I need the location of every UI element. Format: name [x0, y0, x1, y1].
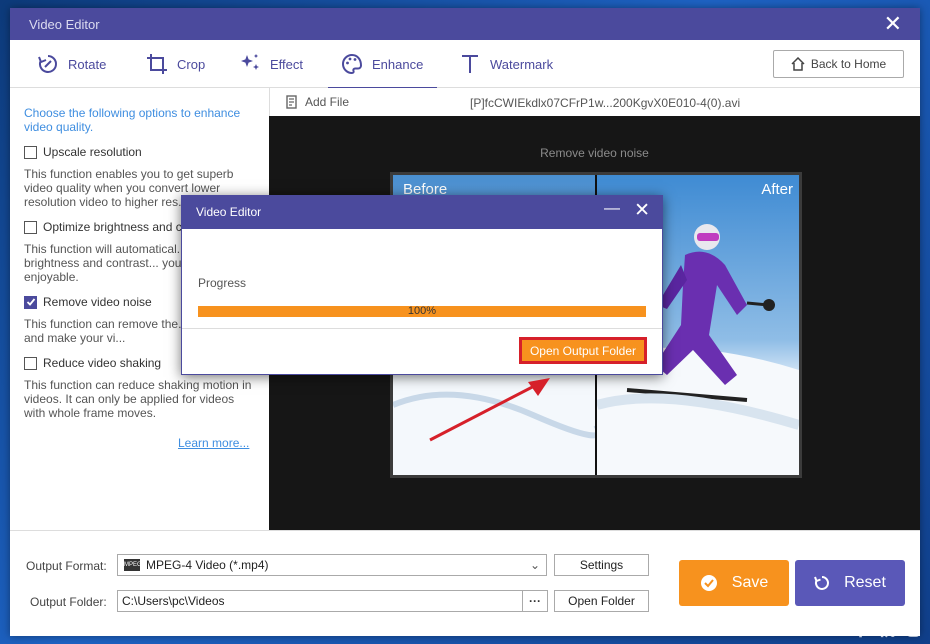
window-title: Video Editor	[29, 17, 100, 32]
save-label: Save	[731, 574, 769, 591]
back-to-home-label: Back to Home	[810, 57, 887, 71]
reset-button[interactable]: Reset	[795, 560, 905, 606]
chevron-down-icon: ⌄	[529, 558, 540, 572]
preview-caption: Remove video noise	[540, 146, 649, 160]
option-label: Upscale resolution	[43, 145, 142, 159]
reset-icon	[814, 576, 830, 590]
dialog-title: Video Editor	[196, 205, 262, 219]
minimize-icon[interactable]: —	[604, 200, 620, 218]
add-file-button[interactable]: Add File	[286, 95, 349, 109]
output-format-label: Output Format:	[26, 559, 107, 573]
save-button[interactable]: Save	[679, 560, 789, 606]
option-upscale-resolution[interactable]: Upscale resolution	[24, 144, 269, 160]
current-file-name: [P]fcCWIEkdlx07CFrP1w...200KgvX0E010-4(0…	[470, 96, 741, 110]
add-file-icon	[286, 95, 297, 109]
tab-effect[interactable]: Effect	[238, 40, 303, 88]
open-folder-button[interactable]: Open Folder	[554, 590, 649, 612]
crop-icon	[147, 54, 167, 74]
enhance-icon	[342, 53, 363, 75]
rotate-icon	[38, 55, 57, 73]
option-description: This function can reduce shaking motion …	[24, 378, 252, 420]
learn-more-link[interactable]: Learn more...	[178, 436, 249, 450]
enhance-intro: Choose the following options to enhance …	[24, 106, 241, 134]
remove-noise-checkbox[interactable]	[24, 295, 37, 309]
tab-crop[interactable]: Crop	[145, 40, 205, 88]
option-label: Reduce video shaking	[43, 356, 162, 370]
mpeg-format-icon: MPEG	[124, 559, 142, 571]
watermark-icon	[462, 55, 478, 73]
output-format-select[interactable]: MPEG MPEG-4 Video (*.mp4) ⌄	[117, 554, 547, 576]
tab-rotate[interactable]: Rotate	[36, 40, 106, 88]
output-settings-bar: Output Format: MPEG MPEG-4 Video (*.mp4)…	[10, 530, 920, 636]
dialog-title-bar: Video Editor — ✕	[182, 196, 662, 229]
option-label: Optimize brightness and c...	[43, 220, 192, 234]
tab-enhance[interactable]: Enhance	[327, 40, 438, 89]
output-format-value: MPEG-4 Video (*.mp4)	[146, 558, 269, 572]
brightness-checkbox[interactable]	[24, 220, 37, 234]
reset-label: Reset	[844, 574, 886, 591]
tab-label: Rotate	[68, 56, 107, 72]
reduce-shaking-checkbox[interactable]	[24, 356, 37, 370]
option-label: Remove video noise	[43, 295, 152, 309]
tab-label: Watermark	[490, 56, 554, 72]
tab-label: Crop	[177, 56, 206, 72]
settings-button[interactable]: Settings	[554, 554, 649, 576]
browse-folder-button[interactable]: ···	[522, 590, 548, 612]
back-to-home-button[interactable]: Back to Home	[773, 50, 904, 78]
progress-bar: 100%	[198, 305, 646, 317]
file-bar: Add File [P]fcCWIEkdlx07CFrP1w...200KgvX…	[269, 88, 920, 116]
progress-label: Progress	[198, 276, 247, 290]
upscale-checkbox[interactable]	[24, 145, 37, 159]
tab-label: Effect	[270, 56, 304, 72]
output-folder-label: Output Folder:	[30, 595, 107, 609]
title-bar: Video Editor ✕	[10, 8, 920, 40]
progress-percent: 100%	[407, 305, 437, 317]
tab-watermark[interactable]: Watermark	[458, 40, 553, 88]
edit-toolbar: Rotate Crop Effect Enhance Watermark Bac…	[10, 40, 920, 89]
home-icon	[791, 57, 805, 71]
check-circle-icon	[700, 575, 717, 591]
site-watermark: 下载吧	[849, 615, 922, 640]
open-output-folder-button[interactable]: Open Output Folder	[519, 337, 647, 364]
progress-dialog: Video Editor — ✕ Progress 100% Open Outp…	[181, 195, 663, 375]
checkmark-icon	[26, 298, 35, 306]
output-folder-field[interactable]: C:\Users\pc\Videos	[117, 590, 523, 612]
dialog-close-icon[interactable]: ✕	[634, 199, 650, 222]
effect-icon	[241, 54, 259, 70]
dialog-divider	[182, 328, 662, 329]
tab-label: Enhance	[372, 56, 424, 72]
add-file-label: Add File	[305, 95, 350, 109]
close-icon[interactable]: ✕	[884, 13, 902, 35]
after-label: After	[761, 181, 793, 198]
